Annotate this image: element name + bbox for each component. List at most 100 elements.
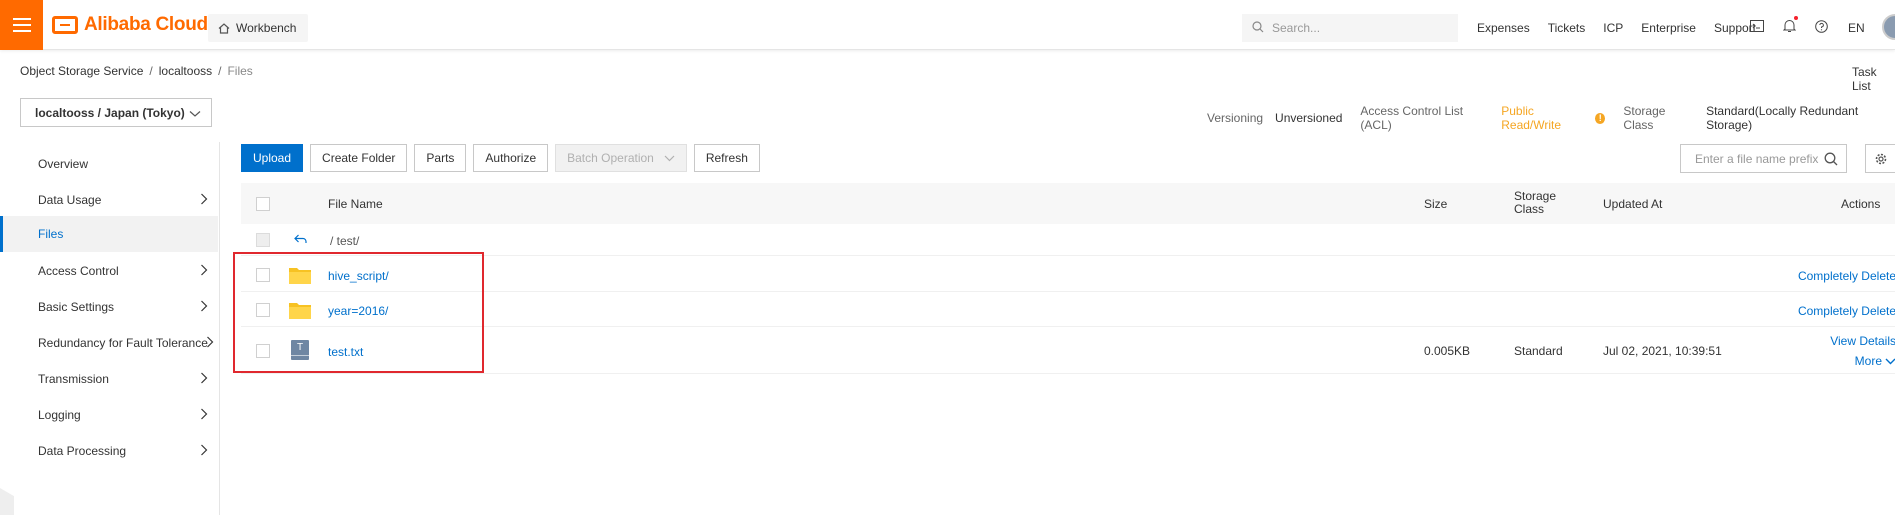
sidebar-item-transmission[interactable]: Transmission [0,361,218,397]
sidebar-item-files[interactable]: Files [0,216,218,252]
top-bar: Alibaba Cloud Workbench Search... Expens… [0,0,1895,50]
chevron-right-icon [200,193,208,208]
nav-icp[interactable]: ICP [1603,21,1623,35]
file-size: 0.005KB [1424,344,1471,358]
create-folder-button[interactable]: Create Folder [310,144,408,172]
acl-warning-icon[interactable]: ! [1595,112,1606,124]
sidebar-item-access-control[interactable]: Access Control [0,253,218,289]
breadcrumb-current: Files [227,64,253,78]
hamburger-menu-icon[interactable] [0,0,43,50]
back-arrow-icon[interactable] [294,233,307,247]
more-dropdown[interactable]: More [1786,354,1895,368]
logo-text: Alibaba Cloud [84,14,208,35]
breadcrumb: Object Storage Service / localtooss / Fi… [20,64,253,78]
notification-dot [1794,16,1798,20]
bucket-selector-label: localtooss / Japan (Tokyo) [35,105,185,120]
table-header: File Name Size Storage Class Updated At … [241,183,1895,224]
file-updated-at: Jul 02, 2021, 10:39:51 [1603,344,1722,358]
notification-bell-icon[interactable] [1780,16,1798,35]
col-file-name[interactable]: File Name [328,197,383,211]
help-icon[interactable] [1812,17,1830,35]
chevron-right-icon [200,300,208,315]
refresh-button[interactable]: Refresh [693,144,760,172]
breadcrumb-bucket[interactable]: localtooss [159,64,212,78]
sidebar-item-label: Access Control [38,264,119,278]
batch-operation-label: Batch Operation [567,151,654,165]
table-row: hive_script/ Completely Delete [241,258,1895,292]
user-avatar[interactable] [1882,14,1895,40]
chevron-right-icon [200,372,208,387]
search-icon[interactable] [1824,152,1838,169]
home-icon [218,22,230,34]
language-switch[interactable]: EN [1848,14,1865,42]
acl-label: Access Control List (ACL) [1360,104,1464,132]
highlight-annotation-box [233,252,484,373]
file-toolbar: Upload Create Folder Parts Authorize Bat… [241,144,760,172]
parent-path[interactable]: / test/ [330,234,359,248]
table-row: year=2016/ Completely Delete [241,293,1895,327]
batch-operation-button[interactable]: Batch Operation [555,144,687,172]
chevron-right-icon [200,408,208,423]
sidebar-item-label: Transmission [38,372,109,386]
breadcrumb-oss[interactable]: Object Storage Service [20,64,143,78]
sidebar-item-label: Basic Settings [38,300,115,314]
completely-delete-link[interactable]: Completely Delete [1786,304,1895,318]
col-actions: Actions [1841,197,1881,211]
terminal-icon[interactable] [1748,17,1766,35]
table-row-parent: / test/ [241,224,1895,256]
alibaba-cloud-logo[interactable]: Alibaba Cloud [52,12,208,38]
col-updated-at[interactable]: Updated At [1603,197,1662,211]
sidebar-item-label: Logging [38,408,81,422]
acl-value: Public Read/Write [1501,104,1562,132]
sidebar-item-redundancy[interactable]: Redundancy for Fault Tolerance [0,325,218,361]
global-search-input[interactable]: Search... [1242,14,1458,42]
authorize-button[interactable]: Authorize [473,144,549,172]
search-placeholder: Search... [1272,21,1321,35]
sidebar-item-label: Overview [38,157,89,171]
sidebar-item-data-processing[interactable]: Data Processing [0,433,218,469]
col-size[interactable]: Size [1424,197,1447,211]
table-row: T test.txt 0.005KB Standard Jul 02, 2021… [241,328,1895,374]
sidebar-item-overview[interactable]: Overview [0,146,218,182]
search-icon [1252,20,1264,36]
nav-enterprise[interactable]: Enterprise [1641,21,1696,35]
sidebar-item-basic-settings[interactable]: Basic Settings [0,289,218,325]
workbench-button[interactable]: Workbench [208,14,309,42]
file-prefix-search-input[interactable]: Enter a file name prefix [1680,144,1847,173]
parts-button[interactable]: Parts [414,144,467,172]
filter-placeholder: Enter a file name prefix [1695,151,1819,166]
bucket-selector[interactable]: localtooss / Japan (Tokyo) [20,98,212,127]
sidebar-item-label: Data Usage [38,193,102,207]
sidebar-item-logging[interactable]: Logging [0,397,218,433]
versioning-label: Versioning [1207,111,1264,125]
workbench-label: Workbench [236,21,297,35]
nav-tickets[interactable]: Tickets [1548,21,1586,35]
chevron-right-icon [200,264,208,279]
sidebar-item-label: Redundancy for Fault Tolerance [38,336,208,350]
row-checkbox [256,233,270,247]
storage-class-label: Storage Class [1623,104,1666,132]
completely-delete-link[interactable]: Completely Delete [1786,269,1895,283]
select-all-checkbox[interactable] [256,197,270,211]
logo-mark-icon [52,16,78,34]
view-details-link[interactable]: View Details [1786,334,1895,348]
storage-class-value: Standard(Locally Redundant Storage) [1706,104,1859,132]
bucket-info: Versioning Unversioned Access Control Li… [1207,104,1895,132]
breadcrumb-separator: / [149,64,153,78]
file-storage-class: Standard [1514,344,1563,358]
top-nav: Expenses Tickets ICP Enterprise Support [1477,14,1774,42]
task-list-link[interactable]: Task List [1852,65,1895,93]
sidebar-item-label: Data Processing [38,444,127,458]
sidebar-item-data-usage[interactable]: Data Usage [0,182,218,218]
chevron-right-icon [200,444,208,459]
nav-expenses[interactable]: Expenses [1477,21,1530,35]
sidebar-item-label: Files [38,227,64,241]
col-storage-class[interactable]: Storage Class [1514,190,1564,216]
versioning-value: Unversioned [1275,111,1343,125]
upload-button[interactable]: Upload [241,144,304,172]
language-label: EN [1848,21,1865,35]
chevron-down-icon [189,107,201,121]
sidebar: Overview Data Usage Files Access Control… [0,142,220,515]
more-label: More [1854,354,1882,368]
settings-gear-icon[interactable] [1865,144,1895,173]
